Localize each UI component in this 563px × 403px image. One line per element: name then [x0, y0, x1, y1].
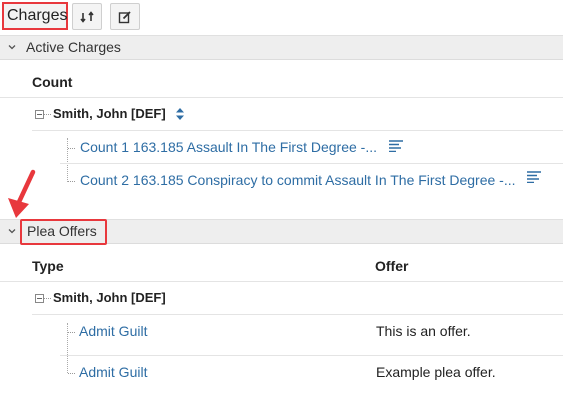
- chevron-down-icon: [8, 45, 16, 50]
- charges-tab[interactable]: Charges: [2, 2, 68, 30]
- count-1-link[interactable]: Count 1 163.185 Assault In The First Deg…: [80, 139, 377, 155]
- plea-type-link[interactable]: Admit Guilt: [79, 364, 147, 380]
- tree-connector: [67, 323, 68, 373]
- active-charges-section-header[interactable]: Active Charges: [0, 35, 563, 60]
- divider: [32, 130, 563, 131]
- edit-button[interactable]: [110, 3, 140, 30]
- swap-icon: [80, 10, 94, 23]
- divider: [0, 97, 563, 98]
- divider: [60, 163, 563, 164]
- tree-connector: [68, 181, 75, 182]
- count-column-header[interactable]: Count: [32, 74, 72, 90]
- details-icon[interactable]: [389, 140, 403, 152]
- divider: [32, 314, 563, 315]
- sort-icon[interactable]: [175, 107, 185, 121]
- tree-connector: [44, 298, 51, 299]
- tree-connector: [68, 332, 75, 333]
- active-charges-label: Active Charges: [26, 39, 121, 55]
- collapse-toggle[interactable]: [35, 110, 44, 119]
- type-column-header[interactable]: Type: [32, 258, 64, 274]
- divider: [60, 355, 563, 356]
- collapse-toggle[interactable]: [35, 294, 44, 303]
- tree-connector: [67, 138, 68, 182]
- plea-offers-highlight: [20, 219, 107, 245]
- plea-offer-text: This is an offer.: [376, 323, 471, 339]
- edit-icon: [118, 10, 131, 23]
- tree-connector: [68, 148, 75, 149]
- count-2-link[interactable]: Count 2 163.185 Conspiracy to commit Ass…: [80, 172, 516, 188]
- tree-connector: [68, 373, 75, 374]
- details-icon[interactable]: [527, 171, 541, 183]
- party-name: Smith, John [DEF]: [53, 290, 166, 305]
- offer-column-header[interactable]: Offer: [375, 258, 408, 274]
- divider: [0, 281, 563, 282]
- toolbar: Charges: [0, 0, 563, 34]
- party-name: Smith, John [DEF]: [53, 106, 166, 121]
- plea-offer-text: Example plea offer.: [376, 364, 496, 380]
- tree-connector: [44, 114, 51, 115]
- plea-type-link[interactable]: Admit Guilt: [79, 323, 147, 339]
- chevron-down-icon: [8, 229, 16, 234]
- annotation-arrow-icon: [8, 169, 36, 218]
- swap-button[interactable]: [72, 3, 102, 30]
